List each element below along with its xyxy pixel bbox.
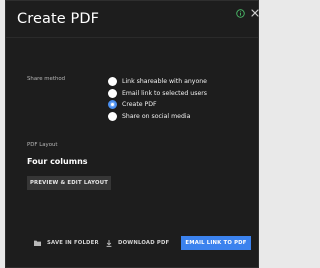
save-in-folder-label: SAVE IN FOLDER — [47, 240, 99, 246]
pdf-layout-label: PDF Layout — [27, 142, 58, 148]
radio-option-social-media[interactable]: Share on social media — [108, 111, 258, 123]
pdf-layout-value: Four columns — [27, 157, 88, 166]
radio-option-label: Share on social media — [122, 112, 191, 120]
save-in-folder-button[interactable]: SAVE IN FOLDER — [34, 236, 99, 250]
email-link-to-pdf-button[interactable]: EMAIL LINK TO PDF — [181, 236, 251, 250]
close-icon[interactable] — [250, 8, 260, 18]
share-method-radio-group: Link shareable with anyone Email link to… — [108, 76, 258, 122]
radio-button[interactable] — [108, 111, 117, 121]
radio-button-selected[interactable] — [108, 100, 117, 110]
folder-icon — [34, 240, 41, 246]
share-method-label: Share method — [27, 76, 66, 82]
download-pdf-button[interactable]: DOWNLOAD PDF — [106, 236, 169, 250]
radio-option-link-shareable[interactable]: Link shareable with anyone — [108, 76, 258, 88]
preview-edit-layout-button[interactable]: PREVIEW & EDIT LAYOUT — [27, 176, 111, 190]
radio-option-label: Create PDF — [122, 101, 157, 109]
info-icon[interactable] — [236, 9, 245, 18]
radio-option-label: Email link to selected users — [122, 89, 208, 97]
header-divider — [6, 37, 258, 38]
download-icon — [106, 239, 112, 247]
create-pdf-dialog: Create PDF Share method Link shareable w… — [5, 0, 259, 268]
dialog-title: Create PDF — [17, 11, 100, 27]
radio-button[interactable] — [108, 77, 117, 87]
radio-button[interactable] — [108, 88, 117, 98]
download-pdf-label: DOWNLOAD PDF — [118, 240, 170, 246]
radio-option-create-pdf[interactable]: Create PDF — [108, 99, 258, 111]
radio-option-email-link[interactable]: Email link to selected users — [108, 88, 258, 100]
dialog-header: Create PDF — [6, 1, 260, 37]
radio-option-label: Link shareable with anyone — [122, 78, 207, 86]
